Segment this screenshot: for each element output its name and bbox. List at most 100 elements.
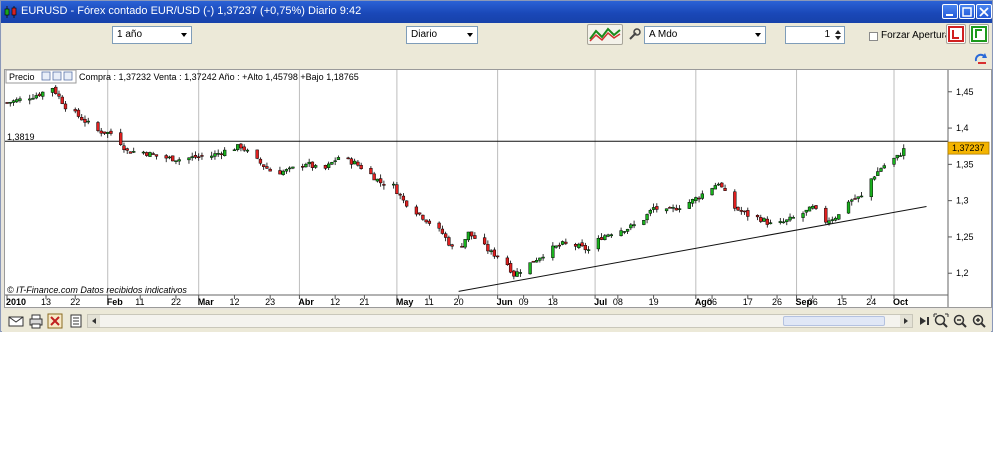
candle: [586, 246, 591, 254]
x-tick-label: 22: [70, 297, 80, 307]
horizontal-scrollbar[interactable]: [87, 314, 913, 328]
close-button[interactable]: [976, 4, 992, 19]
candle: [417, 212, 422, 216]
zoom-out-icon[interactable]: [952, 313, 968, 329]
candle: [687, 199, 691, 209]
candle: [216, 149, 220, 157]
candle: [460, 243, 464, 248]
sell-order-icon: [948, 26, 964, 42]
spin-arrows-icon: [835, 30, 841, 40]
candle: [554, 245, 558, 249]
price-chart[interactable]: 1,45 1,4 1,35 1,3 1,25 1,2 2010 13 22 Feb 11 22 Mar…: [5, 70, 991, 307]
sell-order-button[interactable]: [946, 24, 966, 44]
scroll-left-button[interactable]: [88, 315, 100, 327]
scroll-end-icon[interactable]: [916, 313, 932, 329]
zoom-in-icon[interactable]: [52, 71, 62, 81]
x-tick-label: 22: [171, 297, 181, 307]
candle: [102, 131, 107, 136]
candle: [583, 242, 587, 254]
buy-order-icon: [971, 26, 987, 42]
edit-icon[interactable]: [41, 71, 51, 81]
candle: [746, 207, 750, 221]
candle: [648, 208, 652, 217]
interval-select[interactable]: Diario: [406, 26, 478, 44]
candle: [190, 152, 194, 161]
candle: [265, 162, 269, 169]
candle: [401, 193, 406, 204]
y-tick-label: 1,3: [956, 196, 969, 206]
candle: [187, 157, 191, 164]
x-tick-label: 06: [808, 297, 818, 307]
y-tick-label: 1,45: [956, 87, 974, 97]
close-panel-icon[interactable]: [63, 71, 73, 81]
candle: [518, 269, 523, 277]
y-tick-label: 1,2: [956, 268, 969, 278]
document-icon[interactable]: [68, 313, 84, 329]
candle: [310, 161, 315, 171]
y-axis-ticks: 1,45 1,4 1,35 1,3 1,25 1,2: [948, 87, 974, 278]
candle: [83, 115, 87, 127]
chart-panel[interactable]: 1,45 1,4 1,35 1,3 1,25 1,2 2010 13 22 Feb 11 22 Mar…: [4, 69, 992, 308]
x-tick-label: Feb: [107, 297, 124, 307]
maximize-button[interactable]: [959, 4, 975, 19]
candle: [414, 204, 419, 217]
candle: [824, 205, 828, 225]
refresh-icon[interactable]: [973, 52, 989, 66]
candle: [482, 233, 487, 246]
minimize-button[interactable]: [942, 4, 958, 19]
candle: [255, 149, 259, 160]
candle: [443, 231, 448, 242]
print-icon[interactable]: [28, 313, 44, 329]
candle: [690, 198, 695, 207]
candle: [304, 162, 308, 168]
wrench-icon[interactable]: [628, 28, 641, 41]
x-tick-label: 12: [330, 297, 340, 307]
candle: [245, 148, 250, 153]
candle: [336, 155, 341, 161]
delete-icon[interactable]: [47, 313, 63, 329]
candle: [353, 158, 357, 165]
candle: [577, 242, 581, 250]
candle: [564, 238, 568, 246]
candle: [76, 108, 81, 119]
candle: [762, 217, 766, 223]
candle: [557, 242, 562, 249]
candle: [288, 166, 292, 173]
candle: [694, 196, 698, 204]
candle: [346, 156, 350, 160]
candle: [876, 167, 880, 176]
candle: [268, 167, 272, 172]
candle: [651, 203, 656, 213]
candle: [551, 242, 555, 261]
price-label: Precio: [9, 72, 35, 82]
candle: [642, 219, 646, 226]
candle: [151, 151, 155, 155]
period-select[interactable]: 1 año: [112, 26, 192, 44]
candle: [739, 206, 743, 215]
order-type-select[interactable]: A Mdo: [644, 26, 766, 44]
chart-style-button[interactable]: [587, 24, 623, 45]
buy-order-button[interactable]: [969, 24, 989, 44]
candle: [807, 206, 812, 212]
candle: [882, 163, 886, 169]
quantity-stepper[interactable]: 1: [785, 26, 845, 44]
quantity-value: 1: [824, 29, 830, 40]
scrollbar-thumb[interactable]: [783, 316, 885, 326]
x-tick-label: Jun: [497, 297, 513, 307]
candle: [850, 198, 854, 206]
quote-text: Compra : 1,37232 Venta : 1,37242 Año : +…: [79, 72, 359, 82]
zoom-fit-icon[interactable]: [933, 313, 949, 329]
x-tick-label: May: [396, 297, 414, 307]
candle: [447, 235, 451, 247]
zoom-in-icon[interactable]: [971, 313, 987, 329]
candlestick-app-icon: [4, 6, 17, 18]
candle: [619, 227, 623, 237]
candle: [859, 191, 864, 198]
candle: [788, 213, 792, 222]
candle: [86, 117, 90, 125]
scroll-right-button[interactable]: [900, 315, 912, 327]
force-opening-checkbox[interactable]: [869, 32, 878, 41]
mail-icon[interactable]: [8, 313, 24, 329]
candle: [356, 159, 360, 167]
y-tick-label: 1,35: [956, 159, 974, 169]
